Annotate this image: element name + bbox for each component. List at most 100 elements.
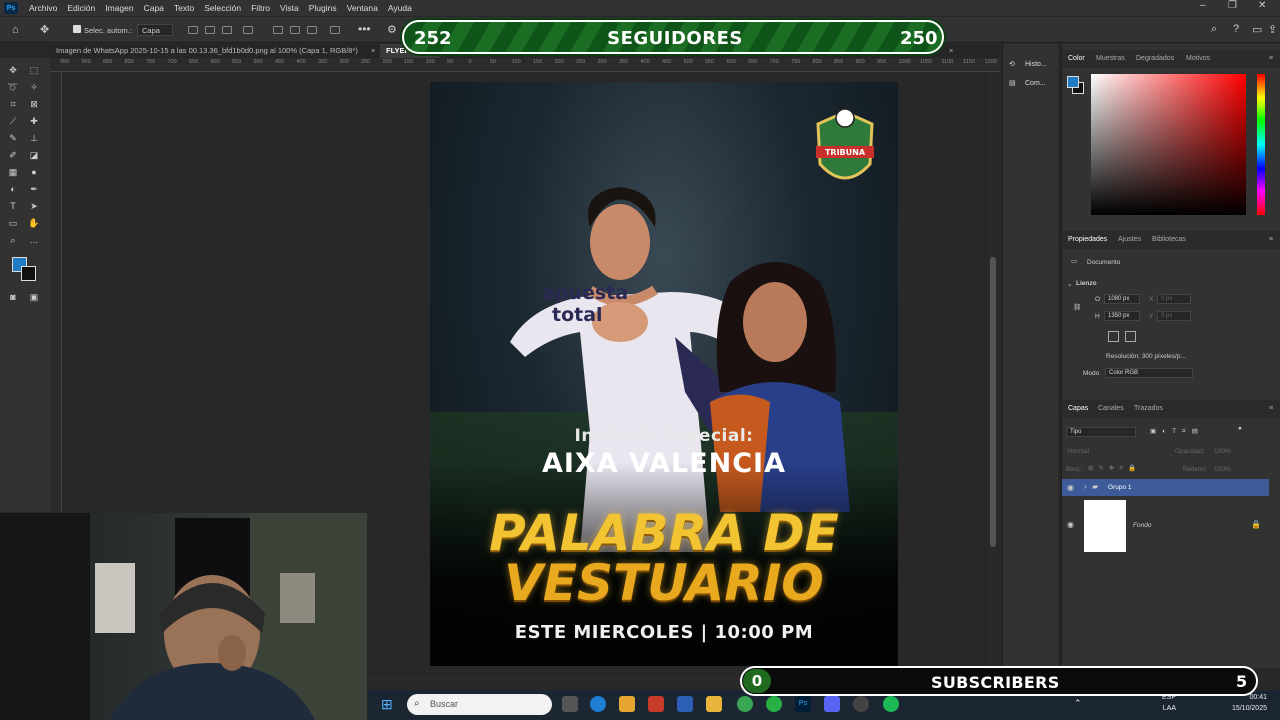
type-icon[interactable]: T (7, 200, 19, 212)
frame-icon[interactable]: ⊠ (28, 98, 40, 110)
eyedropper-icon[interactable]: ⟋ (7, 115, 19, 127)
whatsapp-icon[interactable] (766, 696, 782, 712)
align-left-icon[interactable] (188, 26, 198, 34)
tab-patterns[interactable]: Motivos (1186, 50, 1210, 68)
clock-date[interactable]: 15/10/2025 (1217, 705, 1267, 712)
crop-icon[interactable]: ⌗ (7, 98, 19, 110)
magic-wand-icon[interactable]: ✧ (28, 81, 40, 93)
word-icon[interactable] (677, 696, 693, 712)
search-icon[interactable]: ⌕ (1211, 23, 1217, 36)
task-view-icon[interactable] (562, 696, 578, 712)
lock-icons[interactable]: ⊞✎✥⌗🔒 (1088, 464, 1141, 473)
layer-name[interactable]: Fondo (1133, 522, 1151, 529)
zoom-icon[interactable]: ⌕ (7, 234, 19, 246)
more-tools-icon[interactable]: … (28, 234, 40, 246)
panel-menu-icon[interactable]: ≡ (1269, 50, 1273, 68)
history-brush-icon[interactable]: ✐ (7, 149, 19, 161)
store-icon[interactable] (619, 696, 635, 712)
width-input[interactable]: 1080 px (1104, 294, 1140, 304)
flyer-canvas[interactable]: apuesta total TRIBUNA Invitada Especial:… (430, 82, 898, 666)
distribute-icon[interactable] (243, 26, 253, 34)
menu-ayuda[interactable]: Ayuda (383, 3, 417, 13)
panel-menu-icon[interactable]: ≡ (1269, 400, 1273, 418)
panel-menu-icon[interactable]: ≡ (1269, 231, 1273, 249)
comments-icon[interactable]: ▤ (1009, 79, 1016, 87)
powerpoint-icon[interactable] (648, 696, 664, 712)
color-panel-foreground-swatch[interactable] (1067, 76, 1079, 88)
menu-archivo[interactable]: Archivo (24, 3, 62, 13)
menu-ventana[interactable]: Ventana (342, 3, 383, 13)
hue-slider[interactable] (1257, 74, 1265, 215)
chrome-icon[interactable] (737, 696, 753, 712)
blur-icon[interactable]: ● (28, 166, 40, 178)
taskbar-search[interactable]: Buscar (407, 694, 552, 715)
quick-mask-icon[interactable]: ◙ (7, 291, 19, 303)
spotify-icon[interactable] (883, 696, 899, 712)
workspace-icon[interactable]: ▭ (1252, 23, 1262, 36)
history-icon[interactable]: ⟲ (1009, 60, 1015, 68)
tab-whatsapp-image[interactable]: Imagen de WhatsApp 2025-10-15 a las 00.1… (50, 44, 380, 58)
hand-icon[interactable]: ✋ (28, 217, 40, 229)
history-panel-button[interactable]: Histo... (1025, 61, 1047, 68)
auto-select-checkbox[interactable] (73, 25, 81, 33)
x-input[interactable]: 0 px (1157, 294, 1191, 304)
share-icon[interactable]: ⇪ (1268, 23, 1277, 36)
menu-vista[interactable]: Vista (275, 3, 304, 13)
menu-texto[interactable]: Texto (169, 3, 199, 13)
minimize-icon[interactable]: – (1200, 0, 1206, 11)
maximize-icon[interactable]: ❐ (1228, 0, 1237, 11)
align-bottom-icon[interactable] (307, 26, 317, 34)
link-dimensions-icon[interactable]: ⛓ (1073, 303, 1081, 311)
align-right-icon[interactable] (222, 26, 232, 34)
brush-icon[interactable]: ✎ (7, 132, 19, 144)
scroll-thumb[interactable] (990, 257, 996, 547)
blend-mode-dropdown[interactable]: Normal (1068, 448, 1089, 455)
tab-layers[interactable]: Capas (1068, 400, 1088, 418)
tab-properties[interactable]: Propiedades (1068, 231, 1107, 249)
obs-icon[interactable] (853, 696, 869, 712)
stamp-icon[interactable]: ⊥ (28, 132, 40, 144)
mode-dropdown[interactable]: Color RGB (1105, 368, 1193, 378)
move-icon[interactable]: ✥ (7, 64, 19, 76)
tab-libraries[interactable]: Bibliotecas (1152, 231, 1186, 249)
tab-channels[interactable]: Canales (1098, 400, 1124, 418)
screen-mode-icon[interactable]: ▣ (28, 291, 40, 303)
tab-swatches[interactable]: Muestras (1096, 50, 1125, 68)
filter-toggle-icon[interactable]: ● (1238, 425, 1242, 432)
menu-capa[interactable]: Capa (139, 3, 169, 13)
discord-icon[interactable] (824, 696, 840, 712)
visibility-eye-icon[interactable]: ◉ (1067, 520, 1074, 529)
menu-plugins[interactable]: Plugins (304, 3, 342, 13)
home-icon[interactable]: ⌂ (12, 24, 19, 36)
landscape-orientation-icon[interactable] (1125, 331, 1136, 342)
tab-adjustments[interactable]: Ajustes (1118, 231, 1141, 249)
eraser-icon[interactable]: ◪ (28, 149, 40, 161)
chevron-down-icon[interactable]: ⌄ (1067, 280, 1072, 288)
vertical-scrollbar[interactable] (988, 72, 998, 668)
comments-panel-button[interactable]: Com... (1025, 80, 1046, 87)
background-color-swatch[interactable] (21, 266, 36, 281)
rectangle-icon[interactable]: ▭ (7, 217, 19, 229)
menu-edicion[interactable]: Edición (62, 3, 100, 13)
close-icon[interactable]: ✕ (1258, 0, 1266, 11)
photoshop-taskbar-icon[interactable]: Ps (795, 696, 811, 712)
tab-close-icon[interactable]: × (365, 44, 375, 58)
lasso-icon[interactable]: ➰ (7, 81, 19, 93)
file-explorer-icon[interactable] (706, 696, 722, 712)
color-picker-field[interactable] (1091, 74, 1246, 215)
align-middle-icon[interactable] (290, 26, 300, 34)
portrait-orientation-icon[interactable] (1108, 331, 1119, 342)
windows-start-icon[interactable]: ⊞ (381, 696, 397, 712)
tab-paths[interactable]: Trazados (1134, 400, 1163, 418)
y-input[interactable]: 0 px (1157, 311, 1191, 321)
opacity-value[interactable]: 100% (1214, 448, 1231, 455)
auto-select-dropdown[interactable]: Capa (137, 24, 173, 36)
layer-name[interactable]: Grupo 1 (1108, 484, 1132, 491)
menu-seleccion[interactable]: Selección (199, 3, 246, 13)
menu-imagen[interactable]: Imagen (100, 3, 138, 13)
visibility-eye-icon[interactable]: ◉ (1067, 483, 1074, 492)
menu-filtro[interactable]: Filtro (246, 3, 275, 13)
expand-arrow-icon[interactable]: › (1084, 482, 1087, 491)
tab-color[interactable]: Color (1068, 50, 1085, 68)
healing-icon[interactable]: ✚ (28, 115, 40, 127)
